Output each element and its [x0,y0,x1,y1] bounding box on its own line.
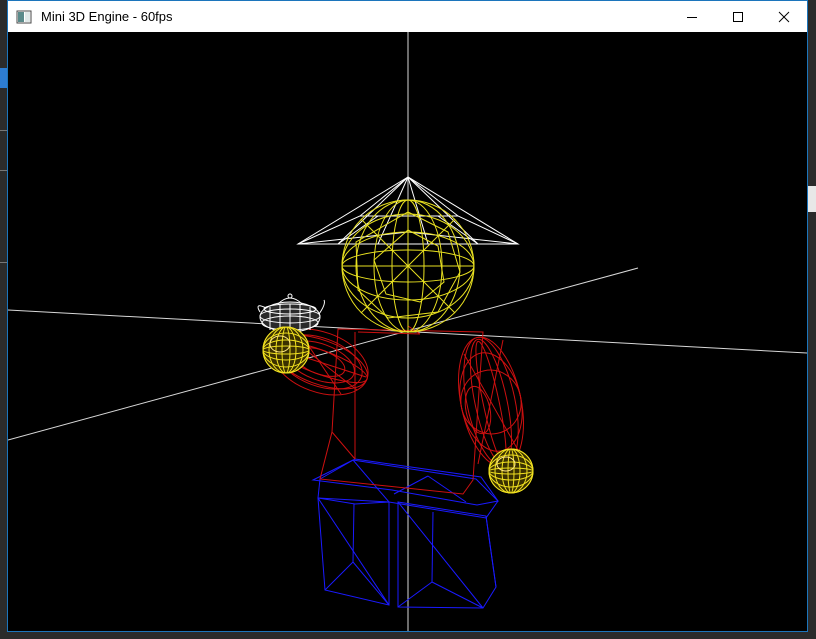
right-hand-sphere [488,448,534,494]
close-icon [778,11,790,22]
maximize-icon [733,11,743,22]
minimize-icon [687,16,697,18]
maximize-button[interactable] [715,1,761,32]
background-bottom-edge [0,631,816,639]
left-hand-sphere [262,326,310,374]
teapot [257,293,325,333]
torso [319,325,484,495]
window-title: Mini 3D Engine - 60fps [41,9,173,24]
minimize-button[interactable] [669,1,715,32]
window-controls [669,1,807,32]
head-sphere [341,199,475,333]
title-bar[interactable]: Mini 3D Engine - 60fps [8,1,807,32]
background-window-right-edge [808,0,816,639]
background-pane [808,186,816,212]
scene-canvas [8,32,807,631]
render-viewport[interactable] [8,32,807,631]
window-app-icon[interactable] [16,9,32,25]
close-button[interactable] [761,1,807,32]
engine-window: Mini 3D Engine - 60fps [7,0,808,632]
